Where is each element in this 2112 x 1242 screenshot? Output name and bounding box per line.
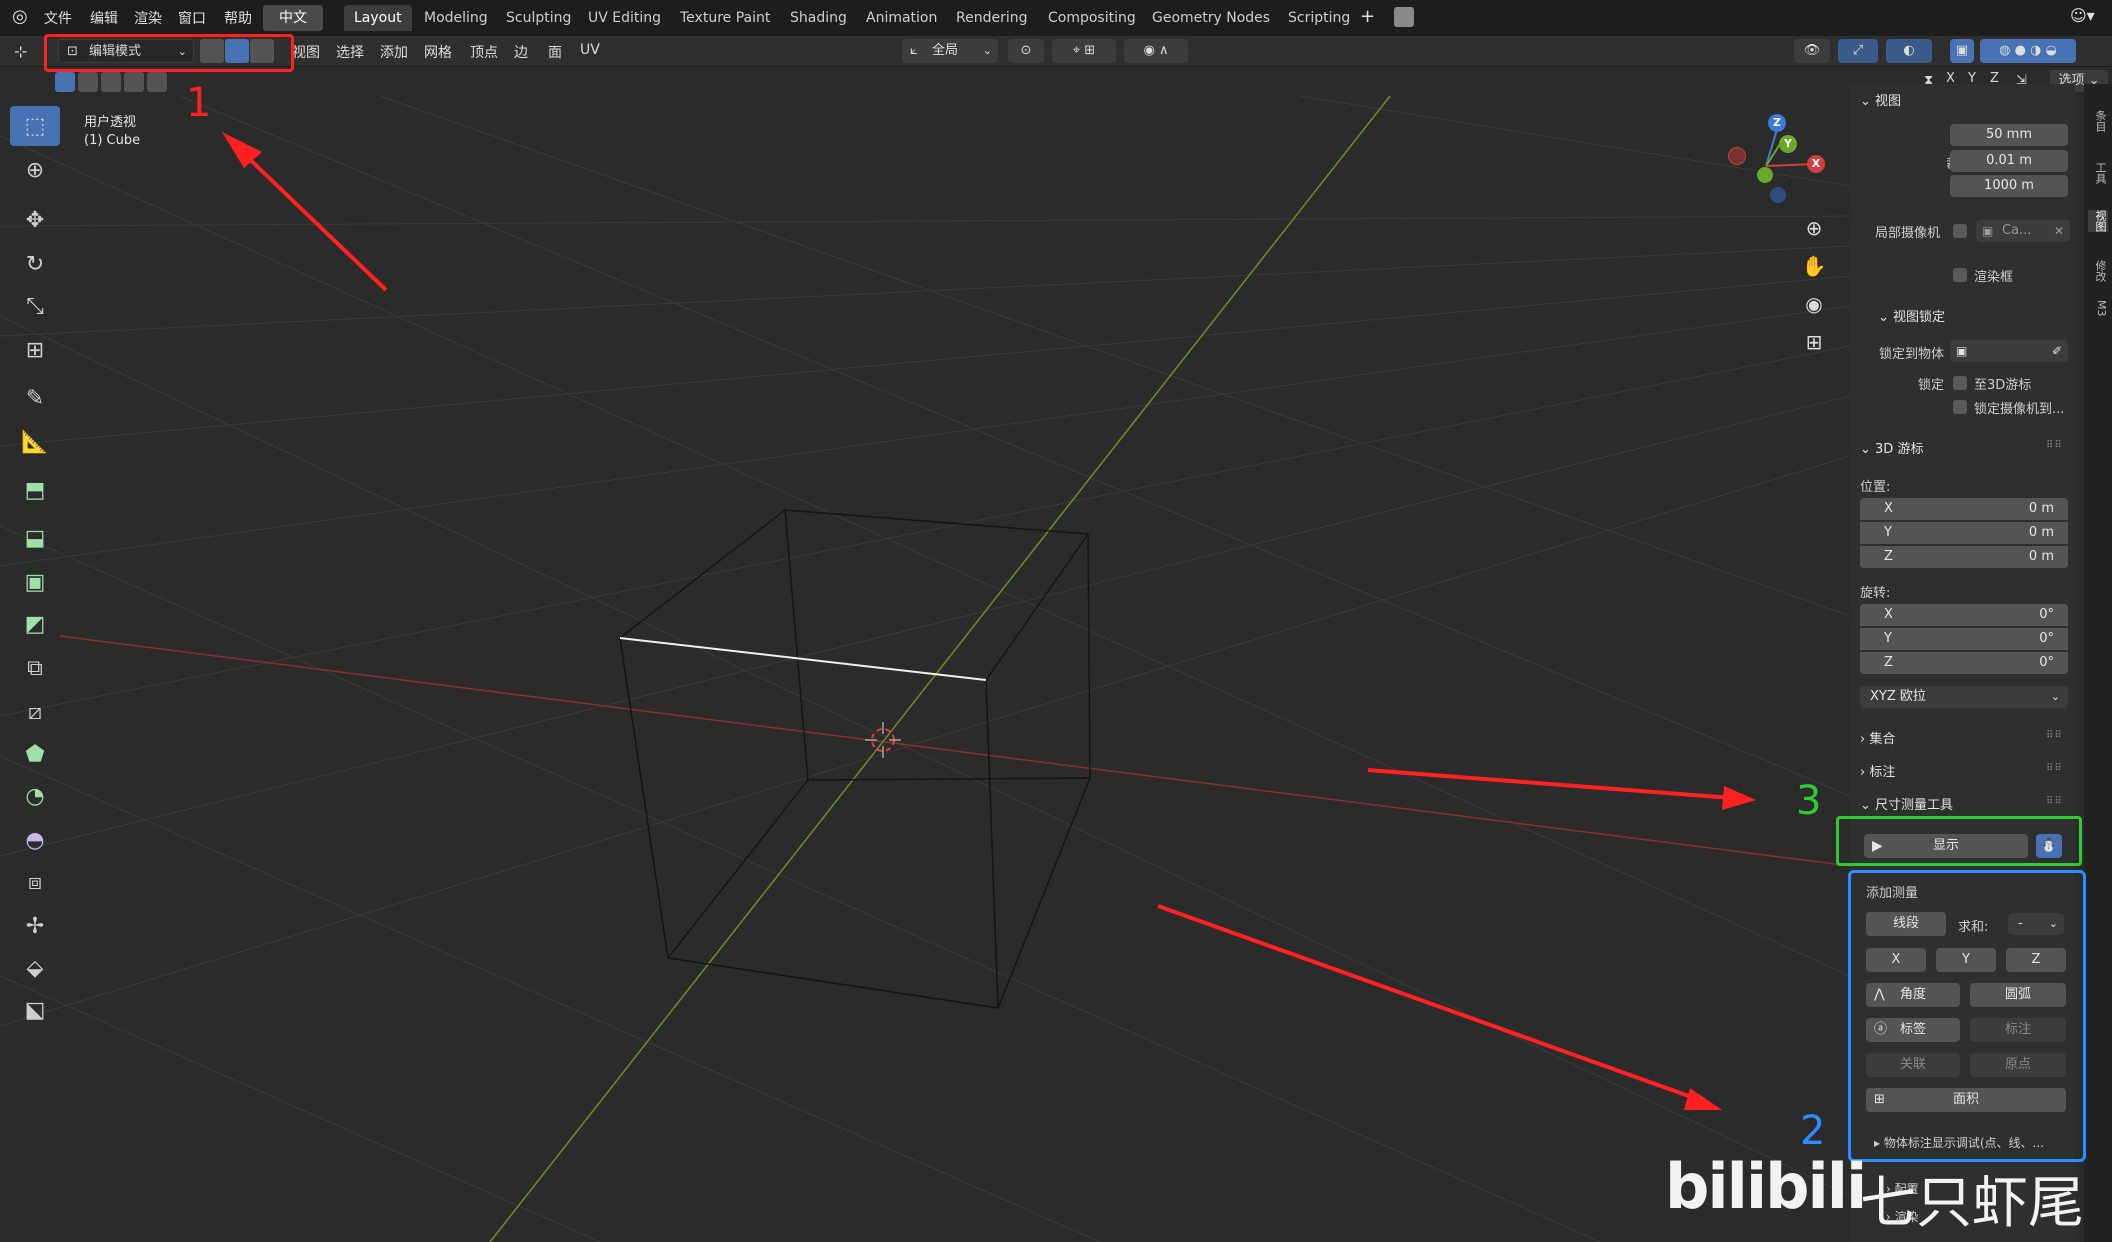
arrow-2-head — [1684, 1088, 1722, 1110]
annotation-arrows — [222, 132, 1756, 1110]
arrow-3 — [1367, 768, 1733, 800]
author-watermark: 七只虾尾 — [1860, 1171, 2084, 1236]
arrow-1 — [238, 148, 388, 292]
bilibili-watermark-logo: bilibili — [1665, 1150, 1867, 1223]
arrow-3-head — [1722, 786, 1756, 810]
arrow-2 — [1157, 904, 1701, 1102]
